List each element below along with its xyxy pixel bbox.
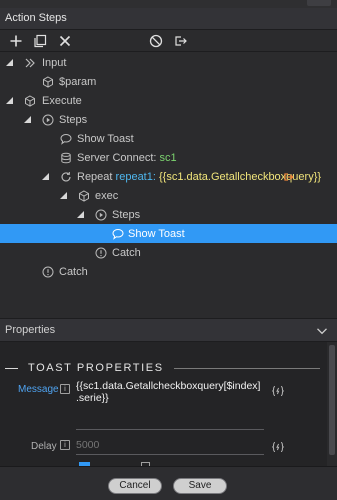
tree-label: Input <box>42 56 67 69</box>
tree-label: $param <box>59 75 97 88</box>
server-connect-value: sc1 <box>159 151 177 164</box>
speech-bubble-icon <box>59 132 72 145</box>
copy-step-button[interactable] <box>31 32 49 50</box>
divider <box>173 367 320 369</box>
action-tree: Input $param Execute Steps Show Toast Se… <box>0 52 337 318</box>
tree-label: exec <box>95 189 119 202</box>
export-icon <box>175 36 187 46</box>
properties-header[interactable]: Properties <box>0 318 337 342</box>
save-button[interactable]: Save <box>173 478 227 494</box>
expand-toggle[interactable] <box>59 192 67 200</box>
delay-label: Delay <box>31 441 57 452</box>
tree-label: Catch <box>112 246 141 259</box>
triangle-expanded-icon <box>5 97 13 104</box>
cube-icon <box>41 75 54 88</box>
tree-node-show-toast[interactable]: Show Toast <box>0 129 337 148</box>
tree-label: Steps <box>112 208 141 221</box>
properties-scrollbar[interactable] <box>327 342 337 466</box>
toolbar <box>0 30 337 52</box>
tree-label: Steps <box>59 113 88 126</box>
tree-node-input[interactable]: Input <box>0 53 337 72</box>
scrollbar-thumb[interactable] <box>329 345 335 455</box>
section-title: TOAST PROPERTIES <box>5 362 320 374</box>
tree-node-inner-steps[interactable]: Steps <box>0 205 337 224</box>
delete-step-button[interactable] <box>56 32 74 50</box>
resize-handle[interactable] <box>307 0 331 6</box>
panel-title: Action Steps <box>5 12 67 24</box>
tree-label: Show Toast <box>128 227 185 240</box>
triangle-expanded-icon <box>41 173 49 180</box>
triangle-expanded-icon <box>23 116 31 123</box>
properties-panel: TOAST PROPERTIES Message i {{sc1.data.Ge… <box>0 342 337 466</box>
message-field[interactable]: {{sc1.data.Getallcheckboxquery[$index] .… <box>76 380 264 404</box>
play-circle-icon <box>94 208 107 221</box>
bind-arrow-icon[interactable] <box>282 170 295 183</box>
tree-node-server-connect[interactable]: Server Connect: sc1 <box>0 148 337 167</box>
alert-circle-icon <box>94 246 107 259</box>
tree-label: Show Toast <box>77 132 134 145</box>
tree-node-steps[interactable]: Steps <box>0 110 337 129</box>
expand-toggle[interactable] <box>5 59 13 67</box>
move-step-button[interactable] <box>172 32 190 50</box>
cube-icon <box>77 189 90 202</box>
play-circle-icon <box>41 113 54 126</box>
divider <box>5 367 18 369</box>
tree-node-catch[interactable]: Catch <box>0 262 337 281</box>
message-field-underline <box>76 429 264 430</box>
server-connect-label: Server Connect: <box>77 151 157 164</box>
tree-label: Execute <box>42 94 82 107</box>
cancel-button[interactable]: Cancel <box>108 478 162 494</box>
tree-label: Catch <box>59 265 88 278</box>
speech-bubble-icon <box>111 227 124 240</box>
repeat-name: repeat1: <box>115 170 156 183</box>
copy-icon <box>34 34 47 48</box>
triangle-expanded-icon <box>76 211 84 218</box>
ban-icon <box>149 34 163 48</box>
chevron-down-icon[interactable] <box>316 325 328 337</box>
tree-node-show-toast-selected[interactable]: Show Toast <box>0 224 337 243</box>
section-title-text: TOAST PROPERTIES <box>28 362 164 374</box>
info-icon[interactable]: i <box>60 440 70 450</box>
expand-toggle[interactable] <box>76 211 84 219</box>
expand-toggle[interactable] <box>5 97 13 105</box>
tree-node-repeat[interactable]: Repeat repeat1: {{sc1.data.Getallcheckbo… <box>0 167 337 186</box>
expand-toggle[interactable] <box>23 116 31 124</box>
cube-icon <box>23 94 36 107</box>
tree-node-inner-catch[interactable]: Catch <box>0 243 337 262</box>
tree-node-param[interactable]: $param <box>0 72 337 91</box>
dialog-footer: Cancel Save <box>0 466 337 500</box>
dynamic-data-icon[interactable] <box>271 440 285 454</box>
tree-node-execute[interactable]: Execute <box>0 91 337 110</box>
disable-step-button[interactable] <box>147 32 165 50</box>
add-step-button[interactable] <box>7 32 25 50</box>
refresh-icon <box>59 170 72 183</box>
expand-toggle[interactable] <box>41 173 49 181</box>
delay-input[interactable] <box>76 438 262 452</box>
close-icon <box>59 35 71 47</box>
delay-input-underline <box>76 454 264 455</box>
message-label[interactable]: Message <box>18 384 59 395</box>
window-top-strip <box>0 0 337 8</box>
database-icon <box>59 151 72 164</box>
panel-header: Action Steps <box>0 8 337 30</box>
tree-label: Server Connect: sc1 <box>77 152 177 164</box>
tree-node-exec[interactable]: exec <box>0 186 337 205</box>
alert-circle-icon <box>41 265 54 278</box>
repeat-label: Repeat <box>77 170 113 183</box>
repeat-expression: {{sc1.data.Getallcheckboxquery}} <box>158 170 322 183</box>
triangle-expanded-icon <box>59 192 67 199</box>
properties-title: Properties <box>5 324 56 336</box>
triangle-expanded-icon <box>5 59 13 66</box>
plus-icon <box>10 35 22 47</box>
dynamic-data-icon[interactable] <box>271 384 285 398</box>
chevrons-right-icon <box>23 56 36 69</box>
info-icon[interactable]: i <box>60 384 70 394</box>
